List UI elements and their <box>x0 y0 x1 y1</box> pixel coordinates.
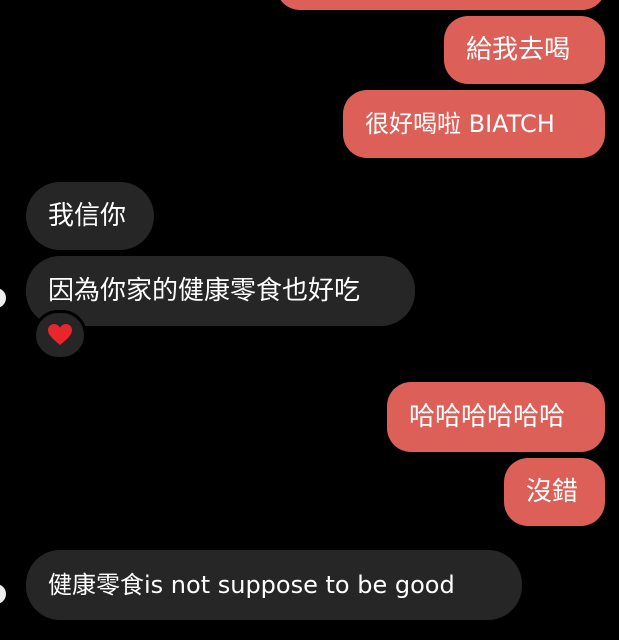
message-text: 給我去喝 <box>466 35 571 65</box>
message-text: 哈哈哈哈哈哈 <box>409 402 566 432</box>
message-text: 因為你家的健康零食也好吃 <box>48 276 361 306</box>
message-reaction[interactable] <box>33 310 87 360</box>
outgoing-message-bubble-partial[interactable] <box>276 0 606 10</box>
message-text: 很好喝啦 BIATCH <box>365 110 555 138</box>
heart-icon <box>48 324 72 345</box>
outgoing-message-bubble[interactable]: 沒錯 <box>504 458 605 526</box>
message-text: 健康零食is not suppose to be good <box>48 571 455 599</box>
outgoing-message-bubble[interactable]: 給我去喝 <box>444 16 605 84</box>
incoming-message-bubble[interactable]: 健康零食is not suppose to be good <box>26 550 522 620</box>
message-text: 沒錯 <box>526 477 579 507</box>
outgoing-message-bubble[interactable]: 哈哈哈哈哈哈 <box>387 382 605 452</box>
message-text: 我信你 <box>48 201 127 231</box>
incoming-message-bubble[interactable]: 因為你家的健康零食也好吃 <box>26 256 415 326</box>
sender-avatar[interactable] <box>0 288 6 308</box>
incoming-message-bubble[interactable]: 我信你 <box>26 182 154 250</box>
outgoing-message-bubble[interactable]: 很好喝啦 BIATCH <box>343 90 605 158</box>
sender-avatar[interactable] <box>0 584 6 604</box>
